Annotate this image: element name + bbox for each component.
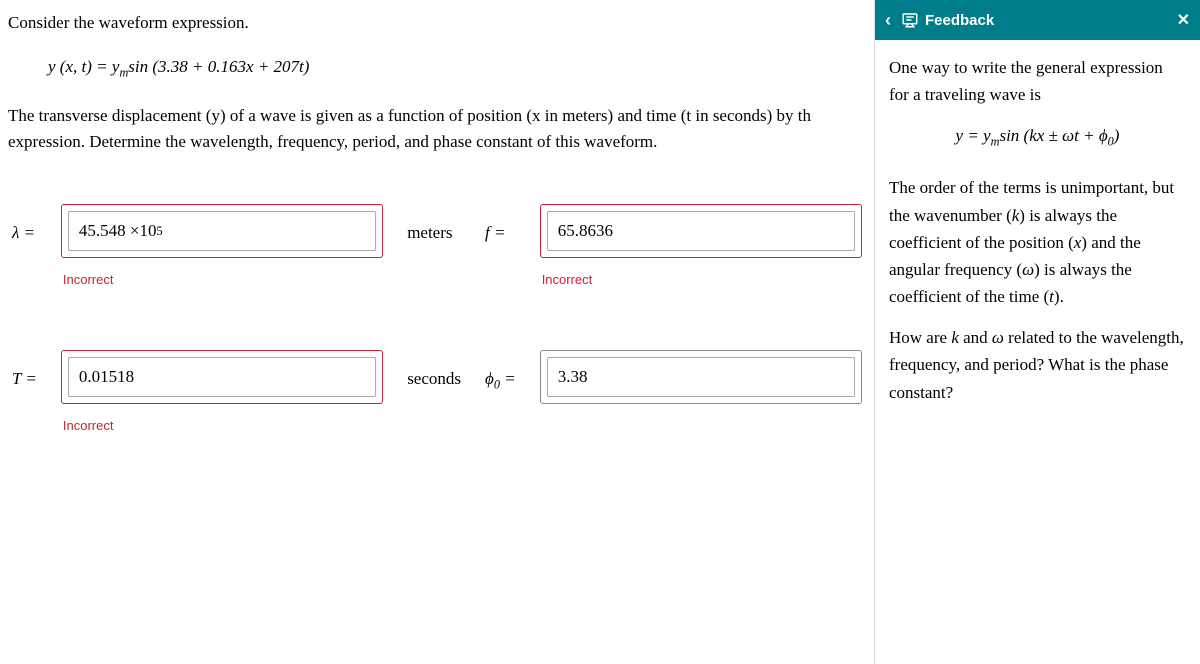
answers-grid: λ = 45.548 ×105 Incorrect meters f = Inc…: [8, 204, 862, 435]
feedback-p2: The order of the terms is unimportant, b…: [889, 174, 1186, 310]
phi0-label: ϕ0 =: [485, 350, 516, 394]
lambda-input-wrap: 45.548 ×105: [61, 204, 383, 258]
phi0-cell: [540, 350, 862, 404]
f-input[interactable]: [547, 211, 855, 251]
period-cell: Incorrect: [61, 350, 383, 436]
phi0-input-wrap: [540, 350, 862, 404]
feedback-icon: [901, 11, 919, 29]
period-unit: seconds: [407, 350, 461, 392]
period-status: Incorrect: [63, 416, 383, 436]
period-input-wrap: [61, 350, 383, 404]
back-icon[interactable]: ‹: [885, 10, 891, 31]
period-label: T =: [12, 350, 37, 392]
lambda-input[interactable]: 45.548 ×105: [68, 211, 376, 251]
feedback-p3: How are k and ω related to the wavelengt…: [889, 324, 1186, 406]
feedback-panel: ‹ Feedback ✕ One way to write the genera…: [874, 0, 1200, 664]
question-body: The transverse displacement (y) of a wav…: [8, 103, 862, 154]
feedback-header: ‹ Feedback ✕: [875, 0, 1200, 40]
lambda-label: λ =: [12, 204, 37, 246]
feedback-p1: One way to write the general expression …: [889, 54, 1186, 108]
lambda-status: Incorrect: [63, 270, 383, 290]
f-label: f =: [485, 204, 516, 246]
f-cell: Incorrect: [540, 204, 862, 290]
question-intro: Consider the waveform expression.: [8, 10, 862, 36]
feedback-equation: y = ymsin (kx ± ωt + ϕ0): [889, 122, 1186, 152]
f-input-wrap: [540, 204, 862, 258]
feedback-body: One way to write the general expression …: [875, 40, 1200, 434]
lambda-unit: meters: [407, 204, 461, 246]
question-panel: Consider the waveform expression. y (x, …: [0, 0, 870, 445]
lambda-cell: 45.548 ×105 Incorrect: [61, 204, 383, 290]
f-status: Incorrect: [542, 270, 862, 290]
phi0-input[interactable]: [547, 357, 855, 397]
waveform-equation: y (x, t) = ymsin (3.38 + 0.163x + 207t): [48, 54, 862, 82]
feedback-title: Feedback: [925, 12, 994, 29]
period-input[interactable]: [68, 357, 376, 397]
close-icon[interactable]: ✕: [1177, 10, 1190, 30]
